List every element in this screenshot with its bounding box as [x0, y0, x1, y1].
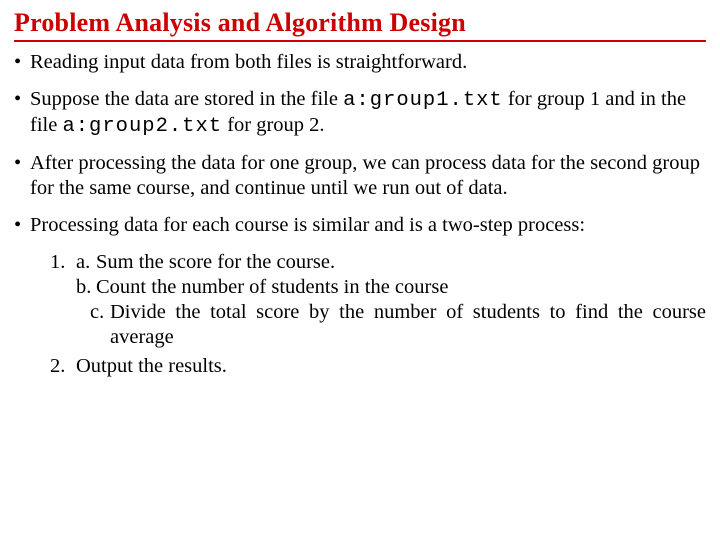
bullet-text: After processing the data for one group,…	[30, 152, 700, 199]
item-text: Count the number of students in the cour…	[96, 276, 448, 298]
bullet-item: Suppose the data are stored in the file …	[14, 87, 706, 139]
bullet-text-part: Suppose the data are stored in the file	[30, 88, 343, 110]
item-letter: c.	[90, 300, 104, 325]
slide-title: Problem Analysis and Algorithm Design	[14, 8, 706, 42]
bullet-text: Reading input data from both files is st…	[30, 51, 467, 73]
item-letter: b.	[76, 275, 91, 300]
item-text: Output the results.	[76, 355, 227, 377]
lettered-item: b. Count the number of students in the c…	[76, 275, 706, 300]
lettered-item: a. Sum the score for the course.	[76, 250, 706, 275]
bullet-list: Reading input data from both files is st…	[14, 50, 706, 238]
filename-code: a:group2.txt	[62, 115, 222, 138]
numbered-item: 1. a. Sum the score for the course. b. C…	[50, 250, 706, 350]
lettered-sublist: a. Sum the score for the course. b. Coun…	[76, 250, 706, 350]
bullet-item: After processing the data for one group,…	[14, 151, 706, 201]
bullet-text: Processing data for each course is simil…	[30, 214, 585, 236]
item-letter: a.	[76, 250, 90, 275]
lettered-item: c. Divide the total score by the number …	[90, 300, 706, 350]
numbered-item: 2. Output the results.	[50, 354, 706, 379]
bullet-text-part: for group 2.	[222, 114, 324, 136]
bullet-item: Processing data for each course is simil…	[14, 213, 706, 238]
filename-code: a:group1.txt	[343, 89, 503, 112]
item-text: Sum the score for the course.	[96, 251, 335, 273]
item-number: 2.	[50, 354, 65, 379]
bullet-item: Reading input data from both files is st…	[14, 50, 706, 75]
item-text: Divide the total score by the number of …	[110, 301, 706, 348]
numbered-list: 1. a. Sum the score for the course. b. C…	[14, 250, 706, 379]
item-number: 1.	[50, 250, 65, 275]
